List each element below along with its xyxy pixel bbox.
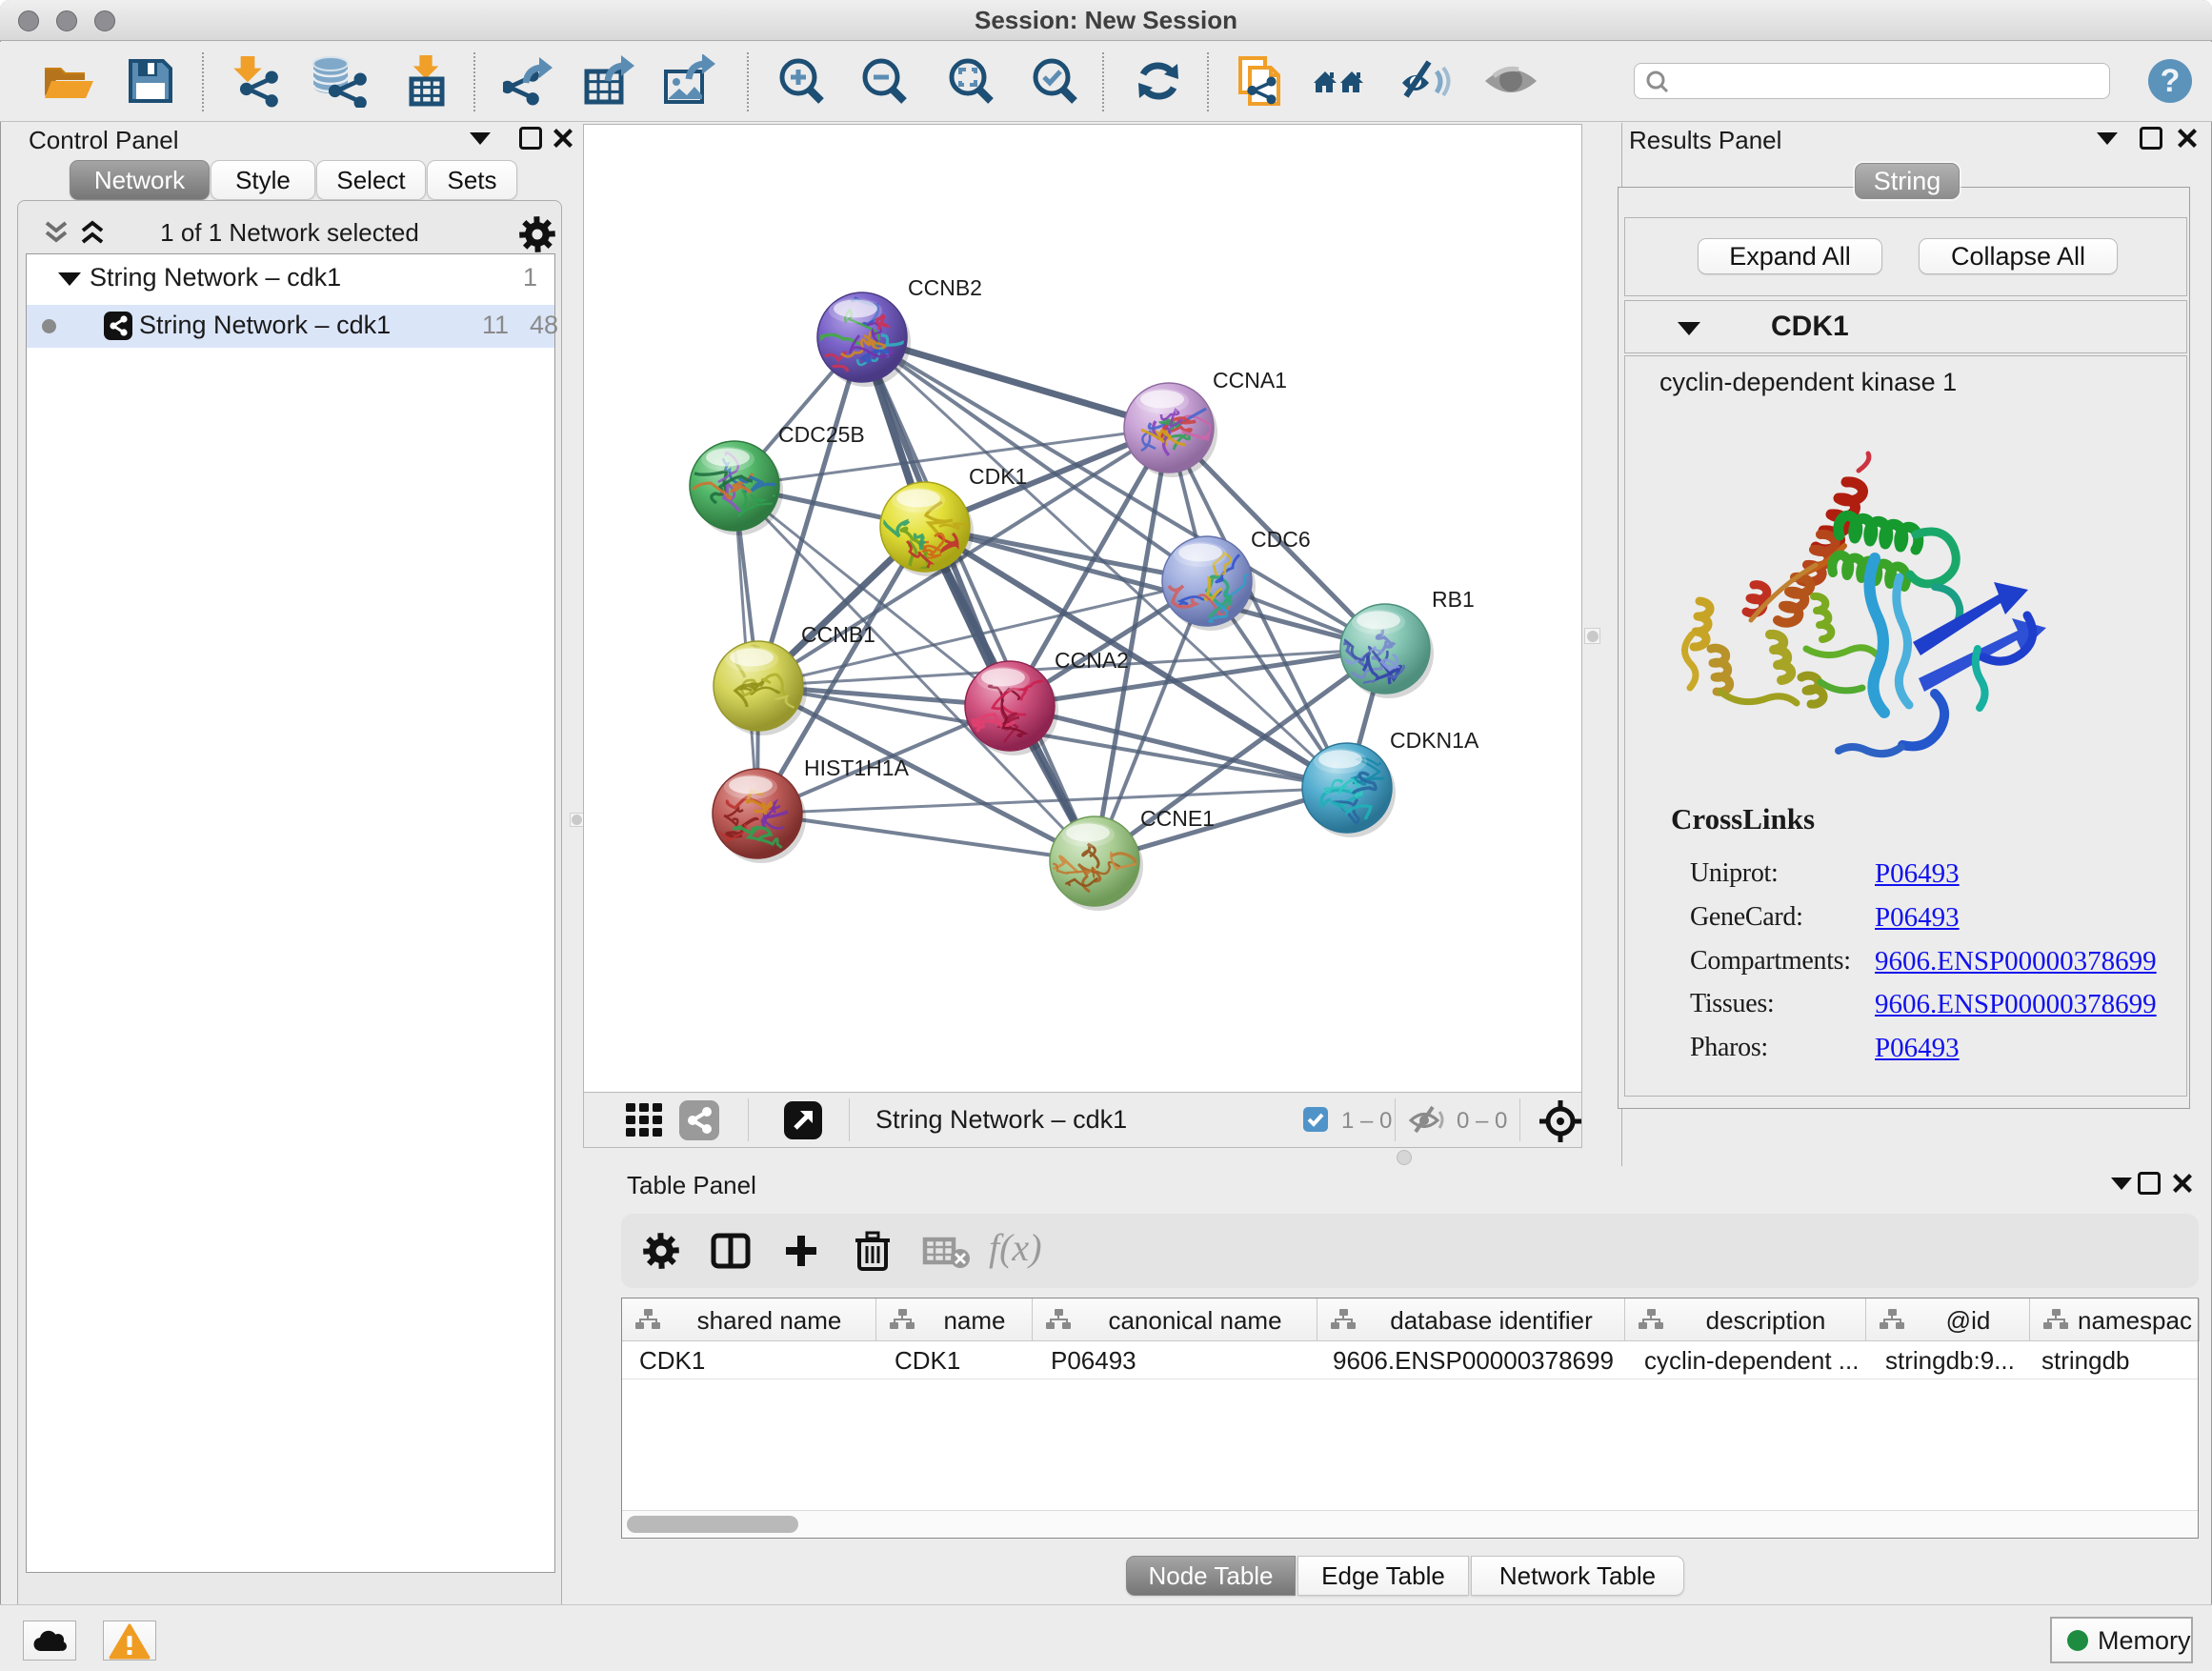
svg-text:HIST1H1A: HIST1H1A (804, 755, 910, 780)
svg-text:CCNB1: CCNB1 (801, 622, 875, 647)
svg-text:CCNB2: CCNB2 (908, 275, 982, 300)
svg-text:CDKN1A: CDKN1A (1390, 728, 1479, 753)
svg-text:CCNA1: CCNA1 (1213, 368, 1287, 393)
svg-text:CCNA2: CCNA2 (1055, 648, 1129, 673)
svg-text:CDC6: CDC6 (1251, 527, 1311, 552)
svg-text:CCNE1: CCNE1 (1140, 806, 1215, 831)
svg-text:CDK1: CDK1 (969, 464, 1027, 489)
svg-text:RB1: RB1 (1432, 587, 1475, 612)
svg-text:CDC25B: CDC25B (778, 422, 865, 447)
